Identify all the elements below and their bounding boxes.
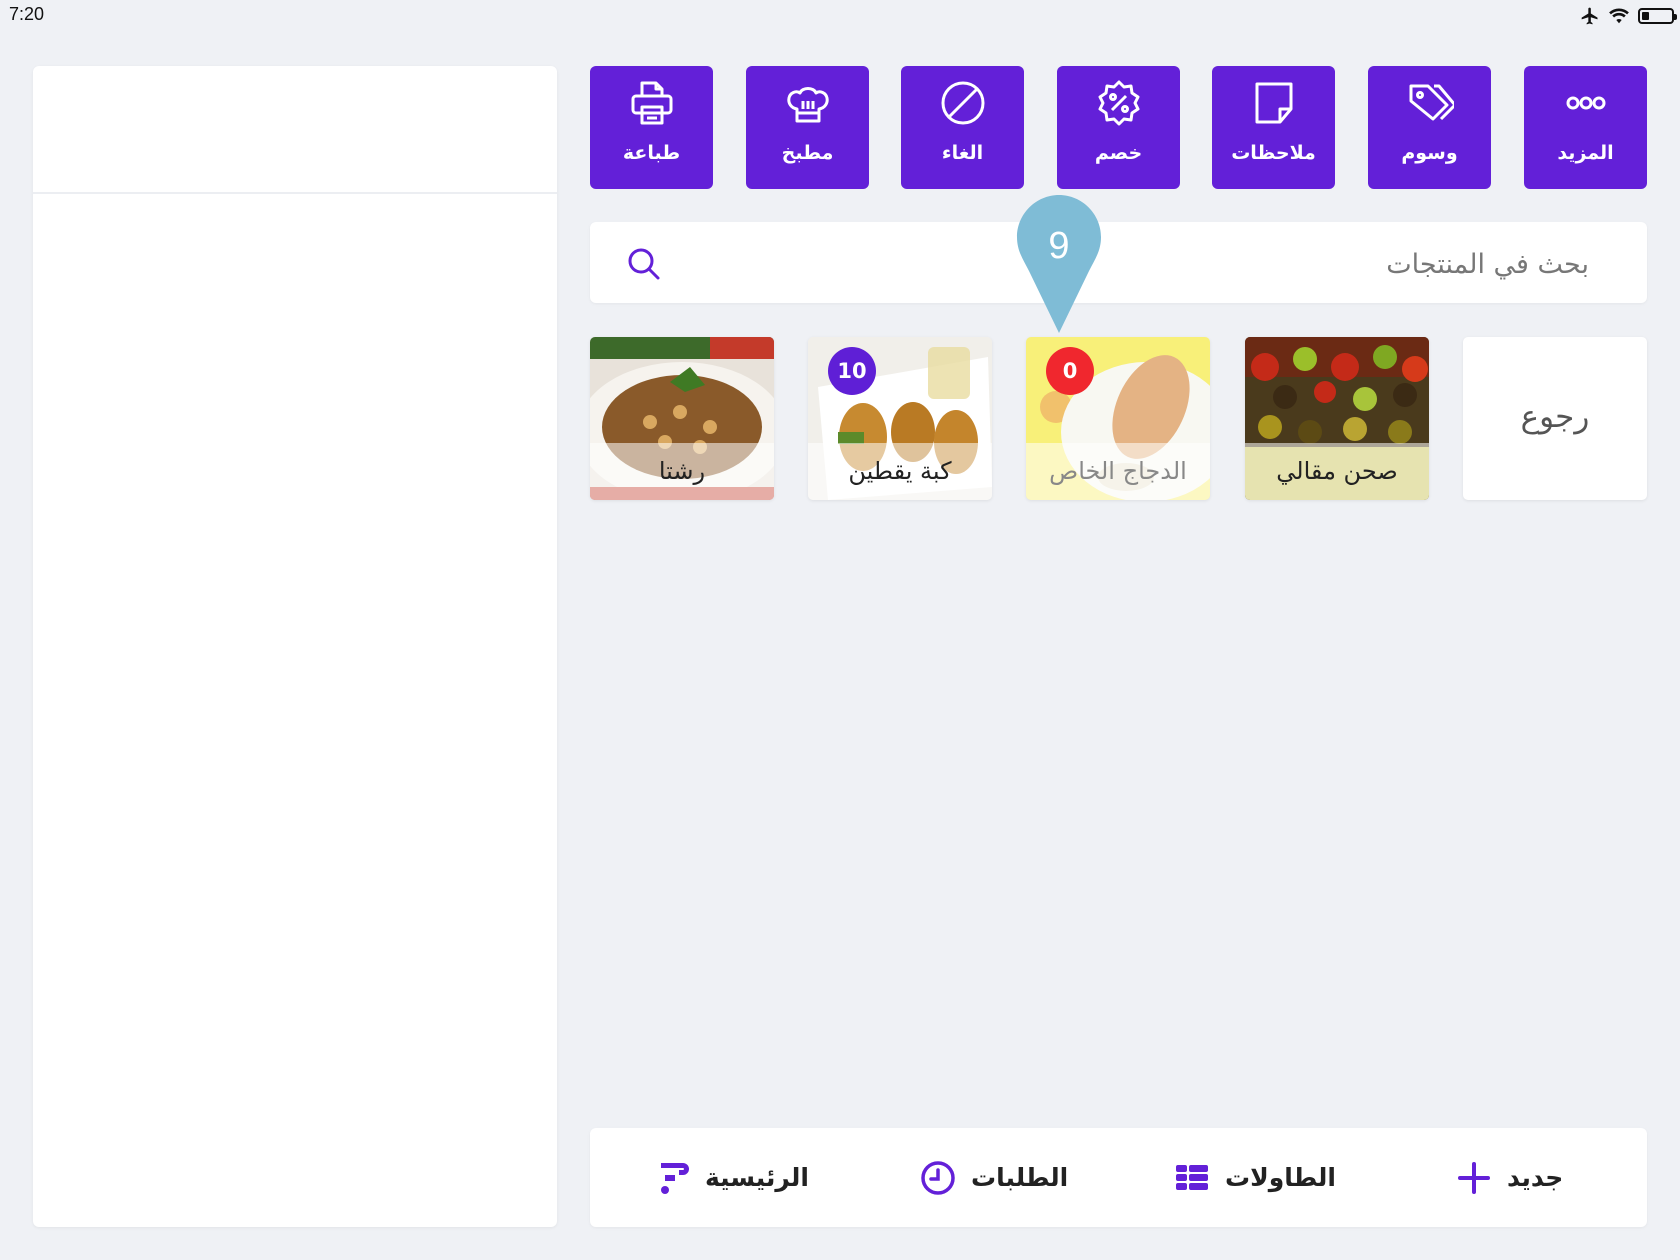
tutorial-step-number: 9	[1048, 225, 1070, 267]
battery-level	[1642, 12, 1649, 20]
clock-icon	[921, 1160, 955, 1195]
tags-button[interactable]: وسوم	[1368, 66, 1491, 189]
product-search-bar	[590, 222, 1647, 303]
chef-hat-icon	[787, 87, 829, 123]
nav-home-label: الرئيسية	[705, 1163, 809, 1192]
nav-home[interactable]: الرئيسية	[653, 1128, 809, 1227]
product-tile[interactable]: رشتا	[590, 337, 774, 500]
notes-button[interactable]: ملاحظات	[1212, 66, 1335, 189]
airplane-icon	[1581, 7, 1598, 25]
tutorial-step-marker: 9	[1015, 193, 1103, 335]
wifi-icon	[1609, 8, 1629, 24]
nav-orders-label: الطلبات	[971, 1163, 1069, 1192]
cancel-icon	[941, 81, 985, 125]
plus-icon	[1458, 1161, 1490, 1194]
product-name: كبة يقطين	[808, 443, 992, 500]
stock-badge: 0	[1046, 347, 1094, 395]
more-icon	[1566, 96, 1606, 110]
printer-icon	[631, 81, 673, 125]
nav-tables[interactable]: الطاولات	[1173, 1128, 1336, 1227]
kitchen-label: مطبخ	[781, 142, 834, 164]
status-time: 7:20	[9, 4, 45, 24]
nav-new[interactable]: جديد	[1455, 1128, 1563, 1227]
discount-label: خصم	[1094, 142, 1143, 164]
product-tile[interactable]: صحن مقالي	[1245, 337, 1429, 500]
nav-orders[interactable]: الطلبات	[919, 1128, 1068, 1227]
print-label: طباعة	[622, 142, 681, 164]
note-icon	[1255, 82, 1293, 124]
battery-icon	[1638, 8, 1677, 24]
product-name: رشتا	[590, 443, 774, 500]
status-icons	[1580, 6, 1677, 26]
more-button[interactable]: المزيد	[1524, 66, 1647, 189]
order-panel	[33, 66, 557, 1227]
stock-badge: 10	[828, 347, 876, 395]
status-bar: 7:20	[0, 0, 1680, 34]
product-tile[interactable]: 10 كبة يقطين	[808, 337, 992, 500]
cancel-label: الغاء	[941, 142, 984, 164]
notes-label: ملاحظات	[1231, 142, 1316, 164]
product-grid: رجوع صحن مقالي 0 الدجاج الخاص 10 كبة يقط…	[590, 337, 1647, 500]
tables-icon	[1176, 1164, 1208, 1190]
back-label: رجوع	[1520, 399, 1590, 435]
search-input[interactable]	[687, 242, 1591, 286]
nav-tables-label: الطاولات	[1225, 1163, 1336, 1192]
search-icon[interactable]	[626, 246, 662, 282]
action-toolbar: المزيد وسوم ملاحظات خصم الغاء مطبخ طباعة	[590, 66, 1647, 189]
nav-new-label: جديد	[1507, 1163, 1564, 1192]
discount-button[interactable]: خصم	[1057, 66, 1180, 189]
product-name: الدجاج الخاص	[1026, 443, 1210, 500]
product-tile[interactable]: 0 الدجاج الخاص	[1026, 337, 1210, 500]
kitchen-button[interactable]: مطبخ	[746, 66, 869, 189]
brand-logo-icon	[661, 1162, 689, 1194]
print-button[interactable]: طباعة	[590, 66, 713, 189]
discount-icon	[1098, 80, 1140, 126]
bottom-navigation: جديد الطاولات الطلبات الرئيسية	[590, 1128, 1647, 1227]
cancel-button[interactable]: الغاء	[901, 66, 1024, 189]
back-tile[interactable]: رجوع	[1463, 337, 1647, 500]
more-label: المزيد	[1557, 142, 1614, 164]
tags-icon	[1409, 84, 1454, 121]
tags-label: وسوم	[1401, 142, 1458, 164]
product-name: صحن مقالي	[1245, 443, 1429, 500]
order-panel-header	[33, 66, 557, 194]
